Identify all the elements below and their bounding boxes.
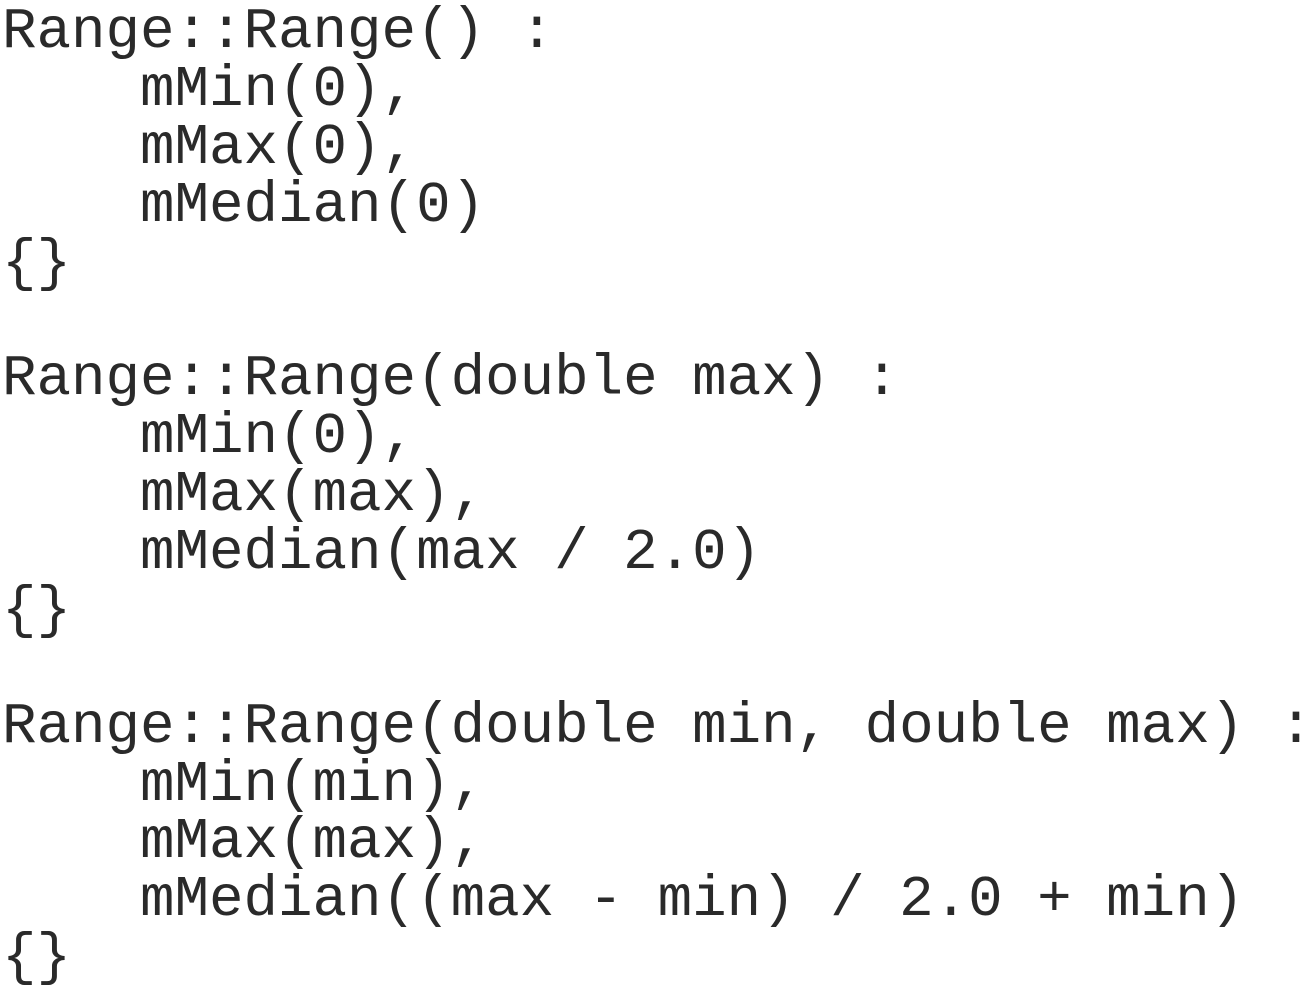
code-line: mMax(max),	[2, 463, 486, 529]
code-line: {}	[2, 231, 72, 297]
code-line: mMin(0),	[2, 405, 417, 471]
code-line: mMax(max),	[2, 810, 486, 876]
code-listing: Range::Range() : mMin(0), mMax(0), mMedi…	[2, 4, 1313, 988]
code-line: Range::Range(double min, double max) :	[2, 694, 1314, 760]
code-line: mMedian((max - min) / 2.0 + min)	[2, 868, 1245, 934]
code-line: mMedian(0)	[2, 173, 486, 239]
code-line: mMedian(max / 2.0)	[2, 521, 762, 587]
code-line: {}	[2, 578, 72, 644]
code-line: mMin(0),	[2, 57, 417, 123]
code-line: mMax(0),	[2, 115, 417, 181]
code-line: {}	[2, 926, 72, 992]
code-line: Range::Range(double max) :	[2, 347, 900, 413]
code-line: mMin(min),	[2, 752, 486, 818]
code-line: Range::Range() :	[2, 0, 555, 65]
